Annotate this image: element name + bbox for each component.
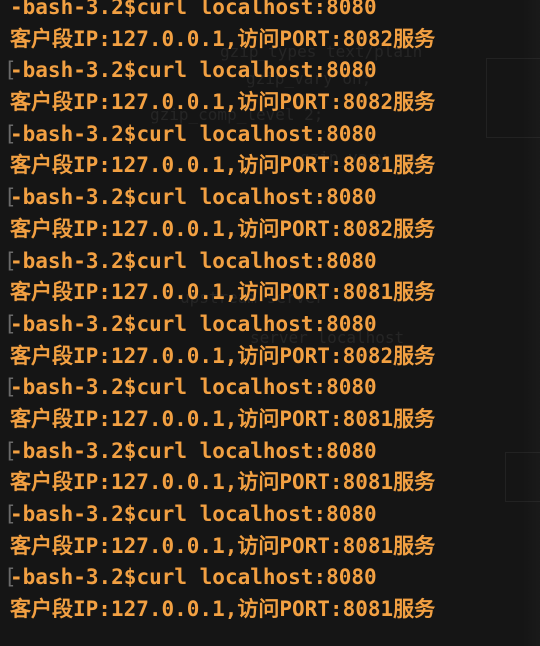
terminal-command-line: [-bash-3.2$ curl localhost:8080 [4, 372, 530, 404]
response-text: 客户段IP:127.0.0.1,访问PORT:8081服务 [10, 153, 436, 178]
response-text: 客户段IP:127.0.0.1,访问PORT:8082服务 [10, 343, 436, 368]
terminal-command-line: [-bash-3.2$ curl localhost:8080 [4, 182, 530, 214]
curl-command: curl localhost:8080 [136, 121, 377, 146]
shell-prompt: -bash-3.2$ [10, 502, 137, 526]
curl-command: curl localhost:8080 [136, 311, 377, 336]
terminal-output-line: 客户段IP:127.0.0.1,访问PORT:8081服务 [10, 467, 530, 499]
shell-prompt: -bash-3.2$ [10, 185, 137, 210]
response-text: 客户段IP:127.0.0.1,访问PORT:8081服务 [10, 280, 436, 305]
terminal-command-line: [-bash-3.2$ curl localhost:8080 [4, 246, 530, 278]
curl-command: curl localhost:8080 [136, 58, 377, 83]
curl-command: curl localhost:8080 [136, 375, 377, 400]
terminal-output: -bash-3.2$ curl localhost:8080 客户段IP:127.… [4, 0, 530, 626]
terminal-command-line: [-bash-3.2$ curl localhost:8080 [4, 562, 530, 594]
terminal-output-line: 客户段IP:127.0.0.1,访问PORT:8081服务 [10, 594, 530, 626]
terminal-command-line: [-bash-3.2$ curl localhost:8080 [4, 119, 530, 151]
terminal-output-line: 客户段IP:127.0.0.1,访问PORT:8082服务 [10, 214, 530, 246]
shell-prompt: -bash-3.2$ [10, 121, 137, 146]
terminal-output-line: 客户段IP:127.0.0.1,访问PORT:8082服务 [10, 87, 530, 119]
curl-command: curl localhost:8080 [136, 185, 377, 210]
shell-prompt: -bash-3.2$ [10, 248, 137, 273]
shell-prompt: -bash-3.2$ [10, 375, 137, 400]
terminal-command-line: [-bash-3.2$ curl localhost:8080 [4, 309, 530, 341]
terminal-output-line: 客户段IP:127.0.0.1,访问PORT:8081服务 [10, 150, 530, 182]
terminal-command-line: [-bash-3.2$ curl localhost:8080 [4, 499, 530, 531]
curl-command: curl localhost:8080 [136, 0, 377, 19]
terminal-command-line: [-bash-3.2$ curl localhost:8080 [4, 436, 530, 468]
terminal-output-line: 客户段IP:127.0.0.1,访问PORT:8082服务 [10, 341, 530, 373]
terminal-output-line: 客户段IP:127.0.0.1,访问PORT:8081服务 [10, 531, 530, 563]
curl-command: curl localhost:8080 [136, 438, 377, 463]
terminal-command-line: [-bash-3.2$ curl localhost:8080 [4, 55, 530, 87]
curl-command: curl localhost:8080 [136, 502, 377, 526]
response-text: 客户段IP:127.0.0.1,访问PORT:8081服务 [10, 597, 436, 622]
terminal-command-line: -bash-3.2$ curl localhost:8080 [10, 0, 530, 24]
shell-prompt: -bash-3.2$ [10, 58, 137, 83]
shell-prompt: -bash-3.2$ [10, 311, 137, 336]
curl-command: curl localhost:8080 [136, 248, 377, 273]
shell-prompt: -bash-3.2$ [10, 438, 137, 463]
response-text: 客户段IP:127.0.0.1,访问PORT:8082服务 [10, 90, 436, 115]
response-text: 客户段IP:127.0.0.1,访问PORT:8081服务 [10, 533, 436, 558]
response-text: 客户段IP:127.0.0.1,访问PORT:8082服务 [10, 216, 436, 241]
terminal-output-line: 客户段IP:127.0.0.1,访问PORT:8081服务 [10, 404, 530, 436]
curl-command: curl localhost:8080 [136, 565, 377, 590]
response-text: 客户段IP:127.0.0.1,访问PORT:8081服务 [10, 406, 436, 431]
terminal-output-line: 客户段IP:127.0.0.1,访问PORT:8082服务 [10, 24, 530, 56]
shell-prompt: -bash-3.2$ [10, 0, 137, 19]
response-text: 客户段IP:127.0.0.1,访问PORT:8081服务 [10, 470, 436, 495]
response-text: 客户段IP:127.0.0.1,访问PORT:8082服务 [10, 26, 436, 51]
terminal-output-line: 客户段IP:127.0.0.1,访问PORT:8081服务 [10, 277, 530, 309]
terminal-window[interactable]: gzip_types text/plain gzip_vary on; gzip… [0, 0, 540, 646]
shell-prompt: -bash-3.2$ [10, 565, 137, 590]
